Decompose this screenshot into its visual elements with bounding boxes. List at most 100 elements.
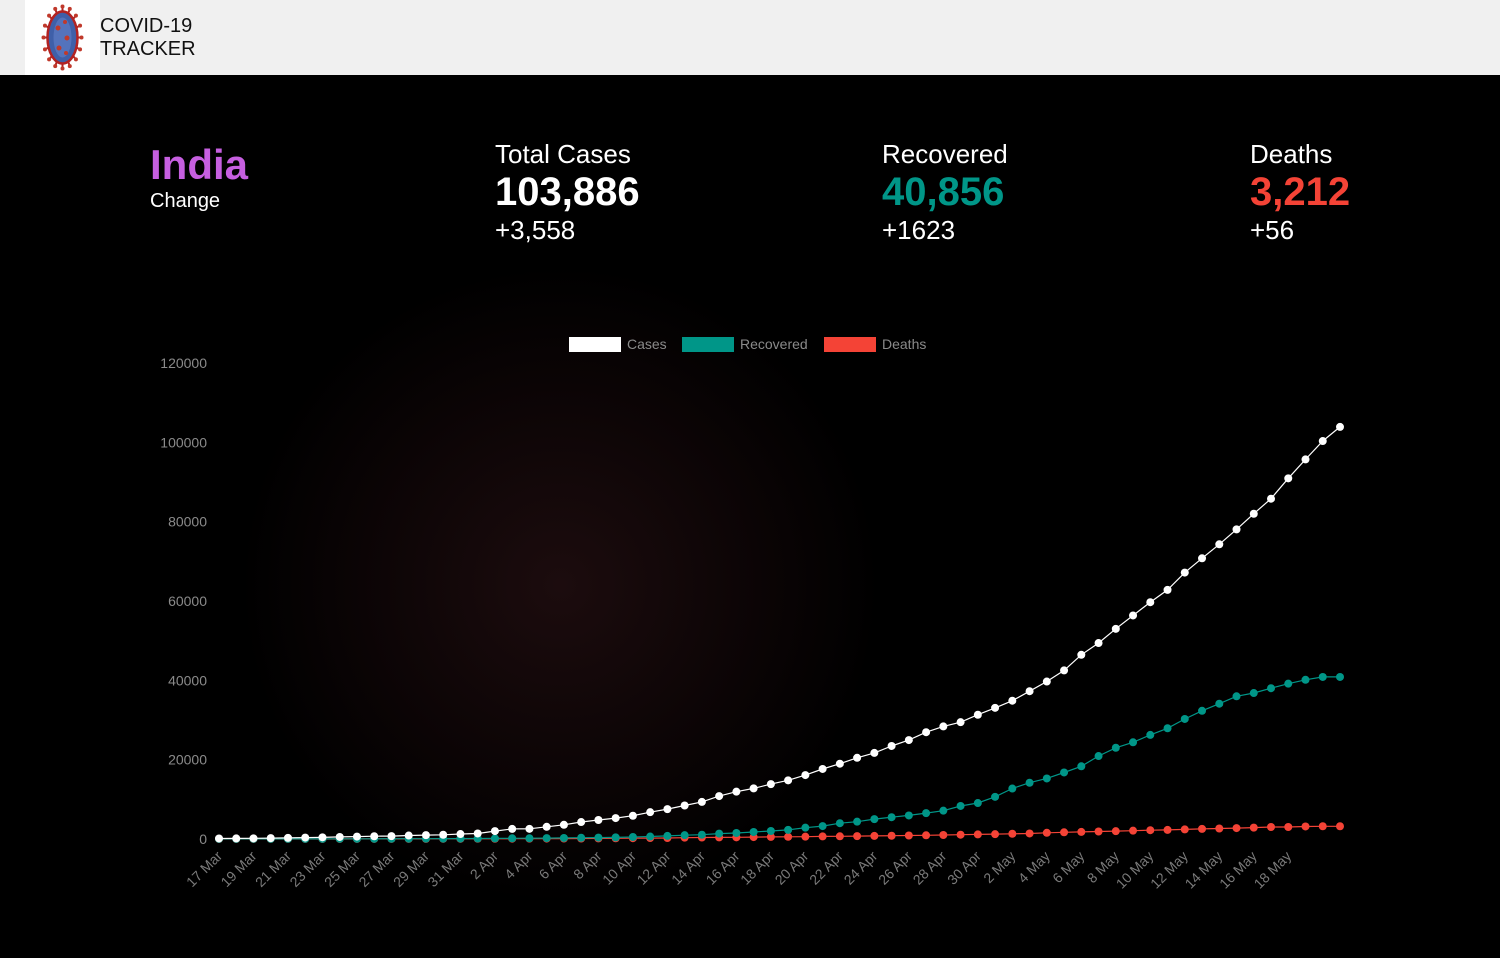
x-tick-label: 12 Apr	[634, 848, 674, 888]
data-point-cases	[1146, 598, 1155, 607]
data-point-recovered	[1318, 672, 1327, 681]
data-point-cases	[318, 833, 327, 842]
x-tick-label: 10 Apr	[599, 848, 639, 888]
x-tick-label: 17 Mar	[183, 848, 225, 890]
x-tick-label: 19 Mar	[217, 848, 259, 890]
data-point-cases	[715, 792, 724, 801]
data-point-recovered	[1146, 730, 1155, 739]
legend-label: Deaths	[882, 336, 926, 352]
data-point-deaths	[939, 831, 948, 840]
dashboard: India Change Total Cases 103,886 +3,558 …	[0, 75, 1500, 958]
x-tick-label: 21 Mar	[252, 848, 294, 890]
x-tick-label: 24 Apr	[841, 848, 881, 888]
data-point-cases	[835, 759, 844, 768]
data-point-deaths	[1336, 822, 1344, 831]
data-point-deaths	[922, 831, 931, 840]
data-point-cases	[1060, 666, 1069, 675]
data-point-deaths	[801, 832, 810, 841]
data-point-cases	[335, 832, 344, 841]
data-point-deaths	[1163, 825, 1172, 834]
data-point-recovered	[904, 811, 913, 820]
data-point-cases	[1336, 422, 1344, 431]
data-point-recovered	[715, 829, 724, 838]
data-point-cases	[1094, 639, 1103, 648]
data-point-recovered	[835, 819, 844, 828]
data-point-recovered	[1215, 699, 1224, 708]
data-point-recovered	[1180, 714, 1189, 723]
data-point-deaths	[1301, 822, 1310, 831]
data-point-cases	[697, 797, 706, 806]
data-point-deaths	[1042, 828, 1051, 837]
x-tick-label: 26 Apr	[875, 848, 915, 888]
x-tick-label: 2 May	[980, 848, 1018, 886]
data-point-cases	[370, 832, 379, 841]
data-point-cases	[956, 718, 965, 727]
series-line-cases	[218, 426, 1341, 840]
y-axis: 0 20000 40000 60000 80000 100000 120000	[160, 355, 207, 847]
data-point-cases	[232, 834, 241, 843]
data-point-deaths	[1180, 825, 1189, 834]
legend-label: Cases	[627, 336, 667, 352]
y-tick-label: 0	[199, 831, 207, 847]
x-tick-label: 16 Apr	[703, 848, 743, 888]
data-point-cases	[1267, 494, 1276, 503]
logo[interactable]	[25, 0, 100, 75]
data-point-recovered	[939, 806, 948, 815]
data-point-cases	[749, 784, 758, 793]
data-point-deaths	[1008, 829, 1017, 838]
data-point-recovered	[784, 825, 793, 834]
legend-item-deaths[interactable]: Deaths	[824, 336, 926, 352]
data-point-recovered	[1232, 692, 1241, 701]
chart-legend[interactable]: Cases Recovered Deaths	[569, 336, 926, 352]
data-point-cases	[646, 808, 655, 817]
data-point-cases	[887, 741, 896, 750]
x-tick-label: 18 Apr	[737, 848, 777, 888]
app-title-line2: TRACKER	[100, 38, 196, 60]
x-tick-label: 30 Apr	[944, 848, 984, 888]
x-tick-label: 16 May	[1216, 848, 1260, 892]
x-tick-label: 14 Apr	[668, 848, 708, 888]
data-point-recovered	[1060, 768, 1069, 777]
data-point-cases	[1042, 677, 1051, 686]
data-point-deaths	[1129, 826, 1138, 835]
data-point-recovered	[577, 833, 586, 842]
x-tick-label: 25 Mar	[321, 848, 363, 890]
data-point-cases	[508, 824, 517, 833]
cases-line-chart[interactable]: Cases Recovered Deaths 0 20000 40000 60000 800…	[0, 75, 1500, 958]
x-tick-label: 4 May	[1015, 848, 1053, 886]
data-point-deaths	[1146, 826, 1155, 835]
legend-item-cases[interactable]: Cases	[569, 336, 667, 352]
data-point-cases	[1249, 509, 1258, 518]
legend-item-recovered[interactable]: Recovered	[682, 336, 808, 352]
data-point-deaths	[1232, 824, 1241, 833]
legend-label: Recovered	[740, 336, 808, 352]
y-tick-label: 80000	[168, 514, 207, 530]
x-tick-label: 6 May	[1049, 848, 1087, 886]
data-point-deaths	[973, 830, 982, 839]
y-tick-label: 20000	[168, 752, 207, 768]
data-point-cases	[542, 822, 551, 831]
data-point-cases	[939, 722, 948, 731]
data-point-cases	[352, 832, 361, 841]
data-point-deaths	[991, 830, 1000, 839]
data-point-recovered	[594, 833, 603, 842]
data-point-deaths	[1215, 824, 1224, 833]
x-tick-label: 29 Mar	[390, 848, 432, 890]
x-tick-label: 6 Apr	[536, 848, 571, 883]
data-point-deaths	[956, 830, 965, 839]
data-point-cases	[439, 830, 448, 839]
data-point-recovered	[870, 815, 879, 824]
data-point-cases	[249, 834, 258, 843]
data-point-cases	[818, 764, 827, 773]
data-point-cases	[387, 832, 396, 841]
x-tick-label: 12 May	[1147, 848, 1191, 892]
data-point-deaths	[835, 832, 844, 841]
data-point-recovered	[1163, 724, 1172, 733]
data-point-cases	[870, 748, 879, 757]
data-point-recovered	[1198, 706, 1207, 715]
data-point-recovered	[853, 817, 862, 826]
data-point-recovered	[1111, 743, 1120, 752]
legend-swatch	[824, 337, 876, 352]
data-point-recovered	[732, 828, 741, 837]
data-point-recovered	[801, 823, 810, 832]
